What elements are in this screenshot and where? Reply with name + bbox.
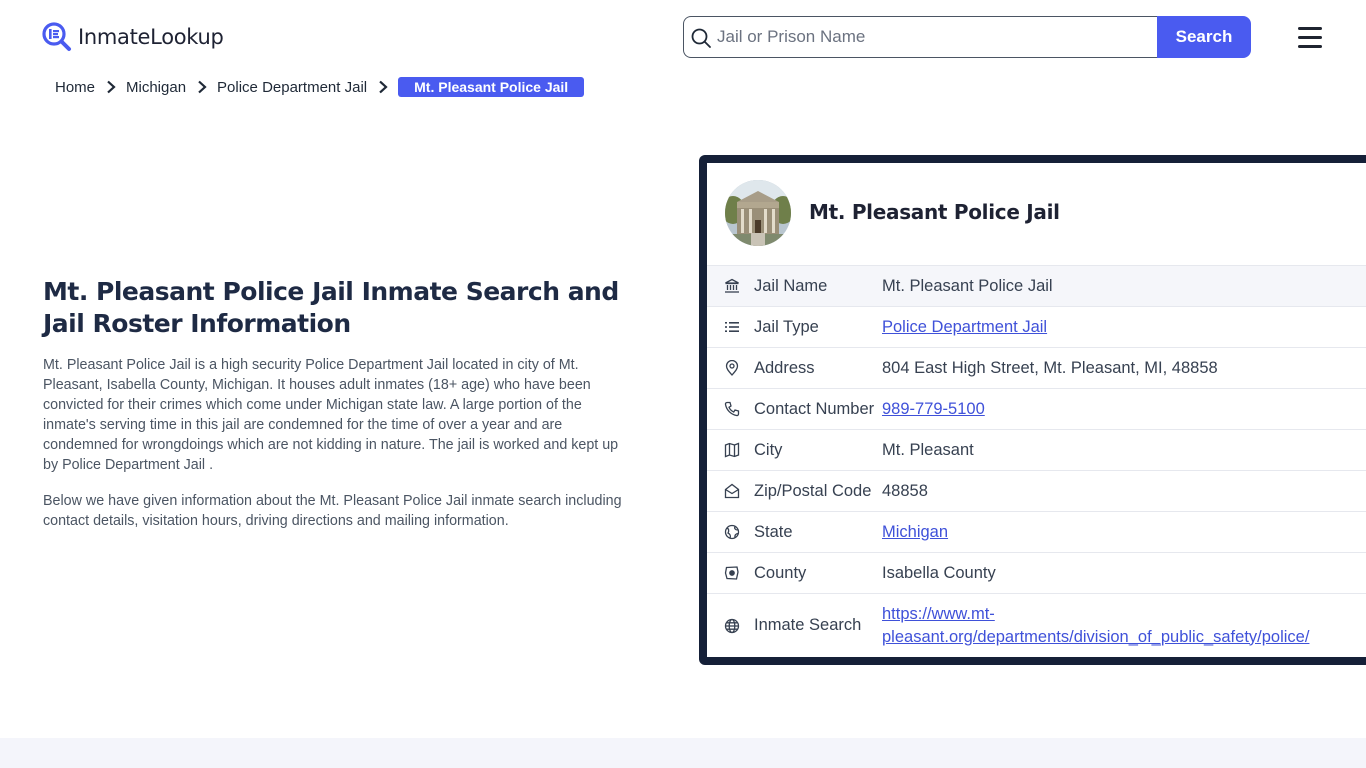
map-pin-icon — [724, 359, 740, 376]
globe-pin-icon — [724, 524, 740, 540]
detail-row-city: City Mt. Pleasant — [707, 429, 1366, 470]
detail-label: Jail Name — [754, 276, 828, 295]
chevron-right-icon — [104, 80, 118, 94]
search-button[interactable]: Search — [1157, 16, 1251, 58]
jail-details-list: Jail Name Mt. Pleasant Police Jail Jail … — [707, 265, 1366, 657]
map-icon — [724, 442, 740, 458]
page-title: Mt. Pleasant Police Jail Inmate Search a… — [43, 277, 619, 338]
detail-row-address: Address 804 East High Street, Mt. Pleasa… — [707, 347, 1366, 388]
jail-info-card-body: Mt. Pleasant Police Jail Jail Name Mt. P… — [707, 163, 1366, 657]
detail-row-jail-type: Jail Type Police Department Jail — [707, 306, 1366, 347]
intro-section: Mt. Pleasant Police Jail Inmate Search a… — [43, 276, 643, 531]
breadcrumb-current: Mt. Pleasant Police Jail — [398, 77, 585, 97]
jail-type-link[interactable]: Police Department Jail — [882, 318, 1047, 337]
detail-value: Isabella County — [882, 563, 996, 582]
detail-label: Contact Number — [754, 399, 875, 418]
chevron-right-icon — [195, 80, 209, 94]
detail-label: Inmate Search — [754, 616, 862, 634]
breadcrumb-michigan[interactable]: Michigan — [126, 79, 186, 96]
detail-value: Mt. Pleasant Police Jail — [882, 276, 1053, 295]
jail-building-image — [725, 180, 791, 246]
site-header: InmateLookup Search — [0, 0, 1366, 72]
detail-label: Jail Type — [754, 317, 819, 336]
logo-magnifier-icon — [42, 22, 72, 52]
detail-value: 48858 — [882, 481, 928, 500]
state-link[interactable]: Michigan — [882, 523, 948, 542]
detail-label: Zip/Postal Code — [754, 481, 872, 500]
mail-open-icon — [724, 483, 740, 499]
detail-value: Mt. Pleasant — [882, 440, 974, 459]
list-icon — [724, 319, 740, 335]
detail-row-inmate-search: Inmate Search https://www.mt-pleasant.or… — [707, 593, 1366, 657]
bank-icon — [724, 278, 740, 294]
breadcrumb-police-department-jail[interactable]: Police Department Jail — [217, 79, 367, 96]
inmate-search-link-line-1: https://www.mt- — [882, 604, 995, 623]
intro-paragraph-secondary: Below we have given information about th… — [43, 493, 622, 529]
inmate-search-link[interactable]: https://www.mt-pleasant.org/departments/… — [882, 603, 1352, 649]
globe-icon — [724, 618, 740, 634]
search-icon — [690, 27, 712, 49]
intro-paragraph: Mt. Pleasant Police Jail is a high secur… — [43, 357, 619, 473]
phone-icon — [724, 401, 740, 417]
jail-info-card: Mt. Pleasant Police Jail Jail Name Mt. P… — [699, 155, 1366, 665]
detail-label: Address — [754, 358, 815, 377]
search-input[interactable] — [717, 17, 1147, 57]
logo-text: InmateLookup — [78, 25, 224, 49]
detail-label: City — [754, 440, 783, 459]
breadcrumb: Home Michigan Police Department Jail Mt.… — [55, 76, 585, 98]
breadcrumb-home[interactable]: Home — [55, 79, 95, 96]
detail-row-county: County Isabella County — [707, 552, 1366, 593]
phone-link[interactable]: 989-779-5100 — [882, 400, 985, 419]
chevron-right-icon — [376, 80, 390, 94]
inmate-search-link-line-2: pleasant.org/departments/division_of_pub… — [882, 627, 1310, 646]
detail-row-jail-name: Jail Name Mt. Pleasant Police Jail — [707, 265, 1366, 306]
card-title: Mt. Pleasant Police Jail — [809, 200, 1060, 224]
detail-row-zip: Zip/Postal Code 48858 — [707, 470, 1366, 511]
search-form: Search — [683, 16, 1251, 58]
detail-label: County — [754, 563, 807, 582]
detail-label: State — [754, 522, 793, 541]
search-box — [683, 16, 1157, 58]
card-header: Mt. Pleasant Police Jail — [707, 163, 1366, 265]
detail-value: 804 East High Street, Mt. Pleasant, MI, … — [882, 358, 1218, 377]
hamburger-icon[interactable] — [1296, 26, 1324, 48]
detail-row-contact-number: Contact Number 989-779-5100 — [707, 388, 1366, 429]
detail-row-state: State Michigan — [707, 511, 1366, 552]
county-icon — [724, 565, 740, 581]
footer-band — [0, 738, 1366, 768]
site-logo[interactable]: InmateLookup — [42, 22, 224, 52]
